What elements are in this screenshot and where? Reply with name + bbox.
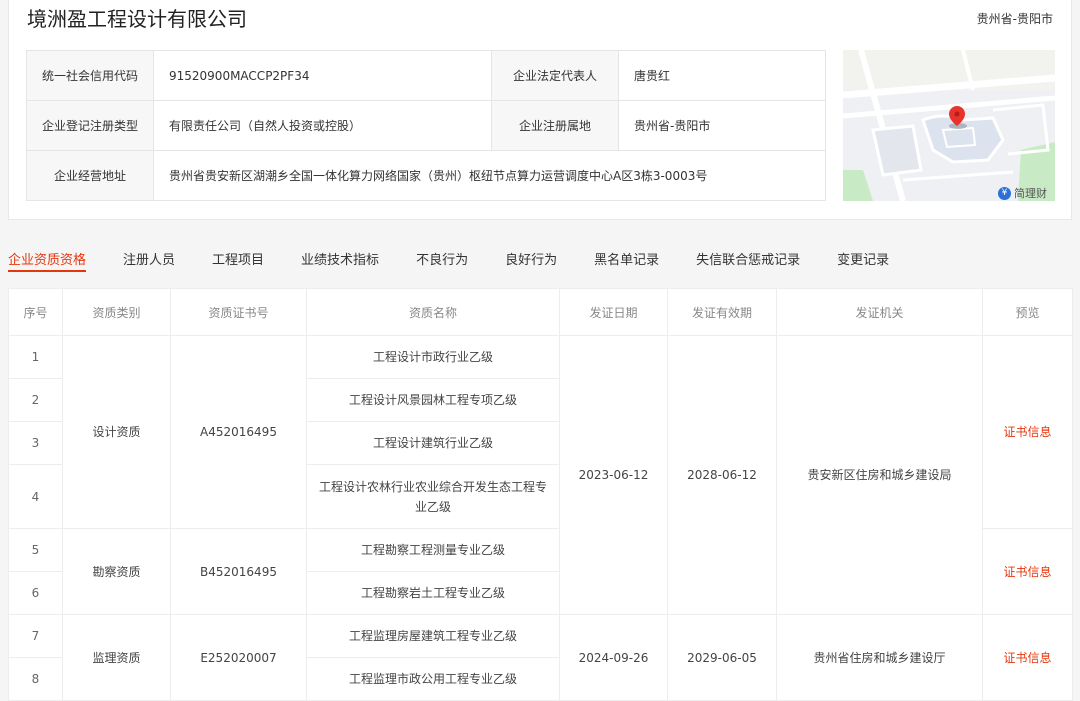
qual-name: 工程设计建筑行业乙级 bbox=[306, 421, 560, 465]
credit-code-value: 91520900MACCP2PF34 bbox=[153, 50, 492, 101]
address-label: 企业经营地址 bbox=[26, 150, 154, 201]
cert-number: E252020007 bbox=[170, 614, 307, 701]
map-brand-label: 简理财 bbox=[1014, 187, 1047, 200]
tab-bad-behavior[interactable]: 不良行为 bbox=[416, 240, 468, 272]
tab-registered-staff[interactable]: 注册人员 bbox=[123, 240, 175, 272]
col-header-issue-date: 发证日期 bbox=[559, 288, 668, 336]
col-header-valid-until: 发证有效期 bbox=[667, 288, 777, 336]
reg-place-value: 贵州省-贵阳市 bbox=[618, 100, 826, 151]
row-seq: 7 bbox=[8, 614, 63, 658]
issue-date: 2024-09-26 bbox=[559, 614, 668, 701]
qual-name: 工程勘察工程测量专业乙级 bbox=[306, 528, 560, 572]
table-row: 1 设计资质 A452016495 工程设计市政行业乙级 2023-06-12 … bbox=[8, 335, 1073, 615]
row-seq: 6 bbox=[8, 571, 63, 615]
valid-until: 2028-06-12 bbox=[667, 335, 777, 615]
valid-until: 2029-06-05 bbox=[667, 614, 777, 701]
cert-info-link[interactable]: 证书信息 bbox=[982, 614, 1073, 701]
row-seq: 5 bbox=[8, 528, 63, 572]
company-header-card: 境洲盈工程设计有限公司 贵州省-贵阳市 统一社会信用代码 91520900MAC… bbox=[8, 0, 1072, 220]
tab-change-records[interactable]: 变更记录 bbox=[837, 240, 889, 272]
col-header-preview: 预览 bbox=[982, 288, 1073, 336]
qual-category: 勘察资质 bbox=[62, 528, 171, 615]
qual-name: 工程勘察岩土工程专业乙级 bbox=[306, 571, 560, 615]
legal-rep-value: 唐贵红 bbox=[618, 50, 826, 101]
company-region: 贵州省-贵阳市 bbox=[976, 12, 1053, 26]
issuing-authority: 贵州省住房和城乡建设厅 bbox=[776, 614, 983, 701]
row-seq: 1 bbox=[8, 335, 63, 379]
qual-name: 工程设计风景园林工程专项乙级 bbox=[306, 378, 560, 422]
cert-number: A452016495 bbox=[170, 335, 307, 529]
qual-category: 设计资质 bbox=[62, 335, 171, 529]
tab-qualifications[interactable]: 企业资质资格 bbox=[8, 240, 87, 272]
col-header-cert-no: 资质证书号 bbox=[170, 288, 307, 336]
col-header-seq: 序号 bbox=[8, 288, 63, 336]
location-map[interactable]: ¥ 简理财 bbox=[843, 50, 1055, 201]
issuing-authority: 贵安新区住房和城乡建设局 bbox=[776, 335, 983, 615]
table-row: 7 监理资质 E252020007 工程监理房屋建筑工程专业乙级 2024-09… bbox=[8, 614, 1073, 701]
row-seq: 3 bbox=[8, 421, 63, 465]
cert-info-link[interactable]: 证书信息 bbox=[982, 335, 1073, 529]
qual-name: 工程监理市政公用工程专业乙级 bbox=[306, 657, 560, 701]
reg-type-label: 企业登记注册类型 bbox=[26, 100, 154, 151]
col-header-qual-name: 资质名称 bbox=[306, 288, 560, 336]
tab-performance-indicators[interactable]: 业绩技术指标 bbox=[301, 240, 379, 272]
qual-category: 监理资质 bbox=[62, 614, 171, 701]
legal-rep-label: 企业法定代表人 bbox=[491, 50, 619, 101]
row-seq: 2 bbox=[8, 378, 63, 422]
row-seq: 4 bbox=[8, 464, 63, 529]
company-name: 境洲盈工程设计有限公司 bbox=[27, 7, 247, 31]
tab-blacklist[interactable]: 黑名单记录 bbox=[594, 240, 659, 272]
cert-number: B452016495 bbox=[170, 528, 307, 615]
qual-name: 工程监理房屋建筑工程专业乙级 bbox=[306, 614, 560, 658]
tab-good-behavior[interactable]: 良好行为 bbox=[505, 240, 557, 272]
reg-type-value: 有限责任公司（自然人投资或控股） bbox=[153, 100, 492, 151]
col-header-category: 资质类别 bbox=[62, 288, 171, 336]
credit-code-label: 统一社会信用代码 bbox=[26, 50, 154, 101]
qualification-table: 序号 资质类别 资质证书号 资质名称 发证日期 发证有效期 发证机关 预览 1 … bbox=[8, 288, 1073, 701]
tab-projects[interactable]: 工程项目 bbox=[212, 240, 264, 272]
table-header-row: 序号 资质类别 资质证书号 资质名称 发证日期 发证有效期 发证机关 预览 bbox=[8, 288, 1073, 336]
col-header-authority: 发证机关 bbox=[776, 288, 983, 336]
qual-name: 工程设计农林行业农业综合开发生态工程专业乙级 bbox=[306, 464, 560, 529]
issue-date: 2023-06-12 bbox=[559, 335, 668, 615]
qual-name: 工程设计市政行业乙级 bbox=[306, 335, 560, 379]
company-info-table: 统一社会信用代码 91520900MACCP2PF34 企业法定代表人 唐贵红 … bbox=[26, 50, 826, 201]
reg-place-label: 企业注册属地 bbox=[491, 100, 619, 151]
address-value: 贵州省贵安新区湖潮乡全国一体化算力网络国家（贵州）枢纽节点算力运营调度中心A区3… bbox=[153, 150, 826, 201]
cert-info-link[interactable]: 证书信息 bbox=[982, 528, 1073, 615]
tab-bar: 企业资质资格 注册人员 工程项目 业绩技术指标 不良行为 良好行为 黑名单记录 … bbox=[8, 240, 926, 272]
row-seq: 8 bbox=[8, 657, 63, 701]
yen-coin-icon: ¥ bbox=[998, 186, 1011, 200]
map-brand: ¥ 简理财 bbox=[998, 185, 1047, 201]
tab-dishonesty-punishment[interactable]: 失信联合惩戒记录 bbox=[696, 240, 800, 272]
